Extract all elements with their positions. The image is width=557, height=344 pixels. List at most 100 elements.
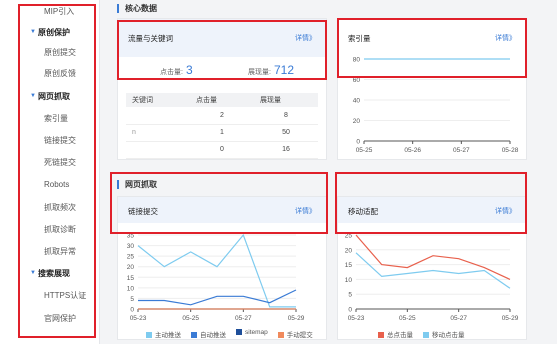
sidebar-item-5[interactable]: 索引量	[0, 113, 100, 124]
table-cell: n	[126, 124, 190, 142]
sidebar-item-2[interactable]: 原创提交	[0, 47, 100, 58]
legend-item[interactable]: 移动点击量	[423, 329, 465, 339]
y-tick-label: 80	[353, 57, 361, 64]
mobile-card: 移动适配 详情》 0 5 10 15 20 25 05-23 05-25 05-27 05-29 …	[337, 196, 527, 340]
keyword-table-header: 关键词	[126, 93, 190, 107]
core-data-title: 核心数据	[117, 4, 157, 13]
y-tick-label: 5	[130, 296, 134, 303]
table-cell: 8	[254, 107, 318, 125]
sidebar-item-0[interactable]: MIP引入	[0, 6, 100, 17]
keyword-table-header: 展现量	[254, 93, 318, 107]
y-tick-label: 0	[348, 307, 352, 314]
collapse-triangle-icon: ▼	[30, 270, 36, 276]
y-tick-label: 15	[345, 262, 353, 269]
impressions-label: 展现量:	[248, 69, 271, 76]
sidebar-item-label: HTTPS认证	[44, 291, 87, 300]
table-cell: 1	[190, 124, 254, 142]
legend-label: 手动提交	[286, 332, 313, 339]
table-row: n 1 50	[126, 124, 318, 142]
x-tick-label: 05-25	[182, 315, 199, 322]
table-row: 28	[126, 107, 318, 125]
y-tick-label: 35	[127, 233, 135, 240]
sidebar-item-9[interactable]: 抓取频次	[0, 202, 100, 213]
link-chart-legend: 主动推送 自动推送 sitemap 手动提交	[146, 329, 313, 339]
x-tick-label: 05-27	[453, 147, 470, 154]
y-tick-label: 0	[356, 139, 360, 146]
index-card: 索引量 详情》 0 20 40 60 80 05-25 05-26 05-27 05-28	[337, 18, 527, 160]
sidebar-group-4[interactable]: ▼ 网页抓取	[0, 91, 100, 102]
sidebar-group-12[interactable]: ▼ 搜索展现	[0, 268, 100, 279]
y-tick-label: 25	[345, 233, 353, 240]
y-tick-label: 10	[345, 277, 353, 284]
y-tick-label: 20	[127, 264, 135, 271]
sidebar-item-label: 抓取诊断	[44, 225, 76, 234]
legend-item[interactable]: sitemap	[236, 329, 268, 339]
y-tick-label: 5	[348, 292, 352, 299]
clicks-value: 3	[186, 63, 193, 77]
keyword-table-header: 点击量	[190, 93, 254, 107]
mobile-more-link[interactable]: 详情》	[495, 206, 516, 216]
link-more-link[interactable]: 详情》	[295, 206, 316, 216]
sidebar-item-label: 死链提交	[44, 158, 76, 167]
legend-swatch	[191, 332, 197, 338]
legend-item[interactable]: 手动提交	[277, 329, 313, 339]
x-tick-label: 05-23	[130, 315, 147, 322]
mobile-card-title: 移动适配	[348, 207, 378, 216]
traffic-more-link[interactable]: 详情》	[295, 33, 316, 43]
table-cell: 50	[254, 124, 318, 142]
link-chart: 0 5 10 15 20 25 30 35 05-23 05-25 05-27 05-29	[127, 233, 305, 323]
sidebar-item-8[interactable]: Robots	[0, 180, 100, 189]
sidebar-item-10[interactable]: 抓取诊断	[0, 224, 100, 235]
index-chart: 0 20 40 60 80 05-25 05-26 05-27 05-28	[353, 57, 519, 155]
sidebar-item-label: Robots	[44, 180, 70, 189]
legend-swatch	[236, 329, 242, 335]
sidebar-item-11[interactable]: 抓取异常	[0, 246, 100, 257]
sidebar-item-label: 官网保护	[44, 314, 76, 323]
sidebar-item-3[interactable]: 原创反馈	[0, 68, 100, 79]
keyword-table: 关键词 点击量 展现量 2 8 n 1 50 0 16	[126, 93, 318, 159]
sidebar-item-label: 原创提交	[44, 48, 76, 57]
mobile-chart-legend: 总点击量 移动点击量	[378, 329, 465, 339]
legend-item[interactable]: 自动推送	[191, 329, 226, 339]
sidebar-item-6[interactable]: 链接提交	[0, 135, 100, 146]
legend-label: sitemap	[245, 329, 268, 336]
sidebar-item-label: 抓取异常	[44, 247, 76, 256]
y-tick-label: 20	[353, 118, 361, 125]
x-tick-label: 05-26	[404, 147, 421, 154]
table-cell: 0	[190, 141, 254, 159]
y-tick-label: 30	[127, 243, 135, 250]
x-tick-label: 05-28	[502, 147, 519, 154]
sidebar-item-label: MIP引入	[44, 7, 75, 16]
sidebar-item-13[interactable]: HTTPS认证	[0, 290, 100, 301]
series-line-1	[138, 289, 297, 306]
index-card-title: 索引量	[348, 34, 371, 43]
sidebar-item-label: 索引量	[44, 114, 68, 123]
link-card: 链接提交 详情》 0 5 10 15 20 25 30 35 05-23 05-25 05-27 05…	[117, 196, 327, 340]
legend-swatch	[378, 332, 384, 338]
x-tick-label: 05-29	[502, 315, 519, 322]
clicks-label: 点击量:	[160, 69, 183, 76]
x-tick-label: 05-27	[450, 315, 467, 322]
impressions-value: 712	[274, 63, 295, 77]
x-tick-label: 05-25	[356, 147, 373, 154]
collapse-triangle-icon: ▼	[30, 93, 36, 99]
sidebar-item-label: 链接提交	[44, 136, 76, 145]
index-more-link[interactable]: 详情》	[495, 33, 516, 43]
table-cell: 16	[254, 141, 318, 159]
x-tick-label: 05-29	[288, 315, 305, 322]
y-tick-label: 25	[127, 254, 135, 261]
traffic-card-title: 流量与关键词	[128, 34, 173, 43]
sidebar-item-label: 原创反馈	[44, 69, 76, 78]
x-tick-label: 05-23	[348, 315, 365, 322]
collapse-triangle-icon: ▼	[30, 29, 36, 35]
sidebar-group-1[interactable]: ▼ 原创保护	[0, 27, 100, 38]
legend-label: 移动点击量	[432, 332, 465, 339]
legend-item[interactable]: 总点击量	[378, 329, 413, 339]
y-tick-label: 15	[127, 275, 135, 282]
sidebar-item-14[interactable]: 官网保护	[0, 313, 100, 324]
legend-label: 总点击量	[387, 332, 413, 339]
x-tick-label: 05-27	[235, 315, 252, 322]
sidebar-item-7[interactable]: 死链提交	[0, 157, 100, 168]
link-card-title: 链接提交	[128, 207, 158, 216]
legend-item[interactable]: 主动推送	[146, 329, 181, 339]
